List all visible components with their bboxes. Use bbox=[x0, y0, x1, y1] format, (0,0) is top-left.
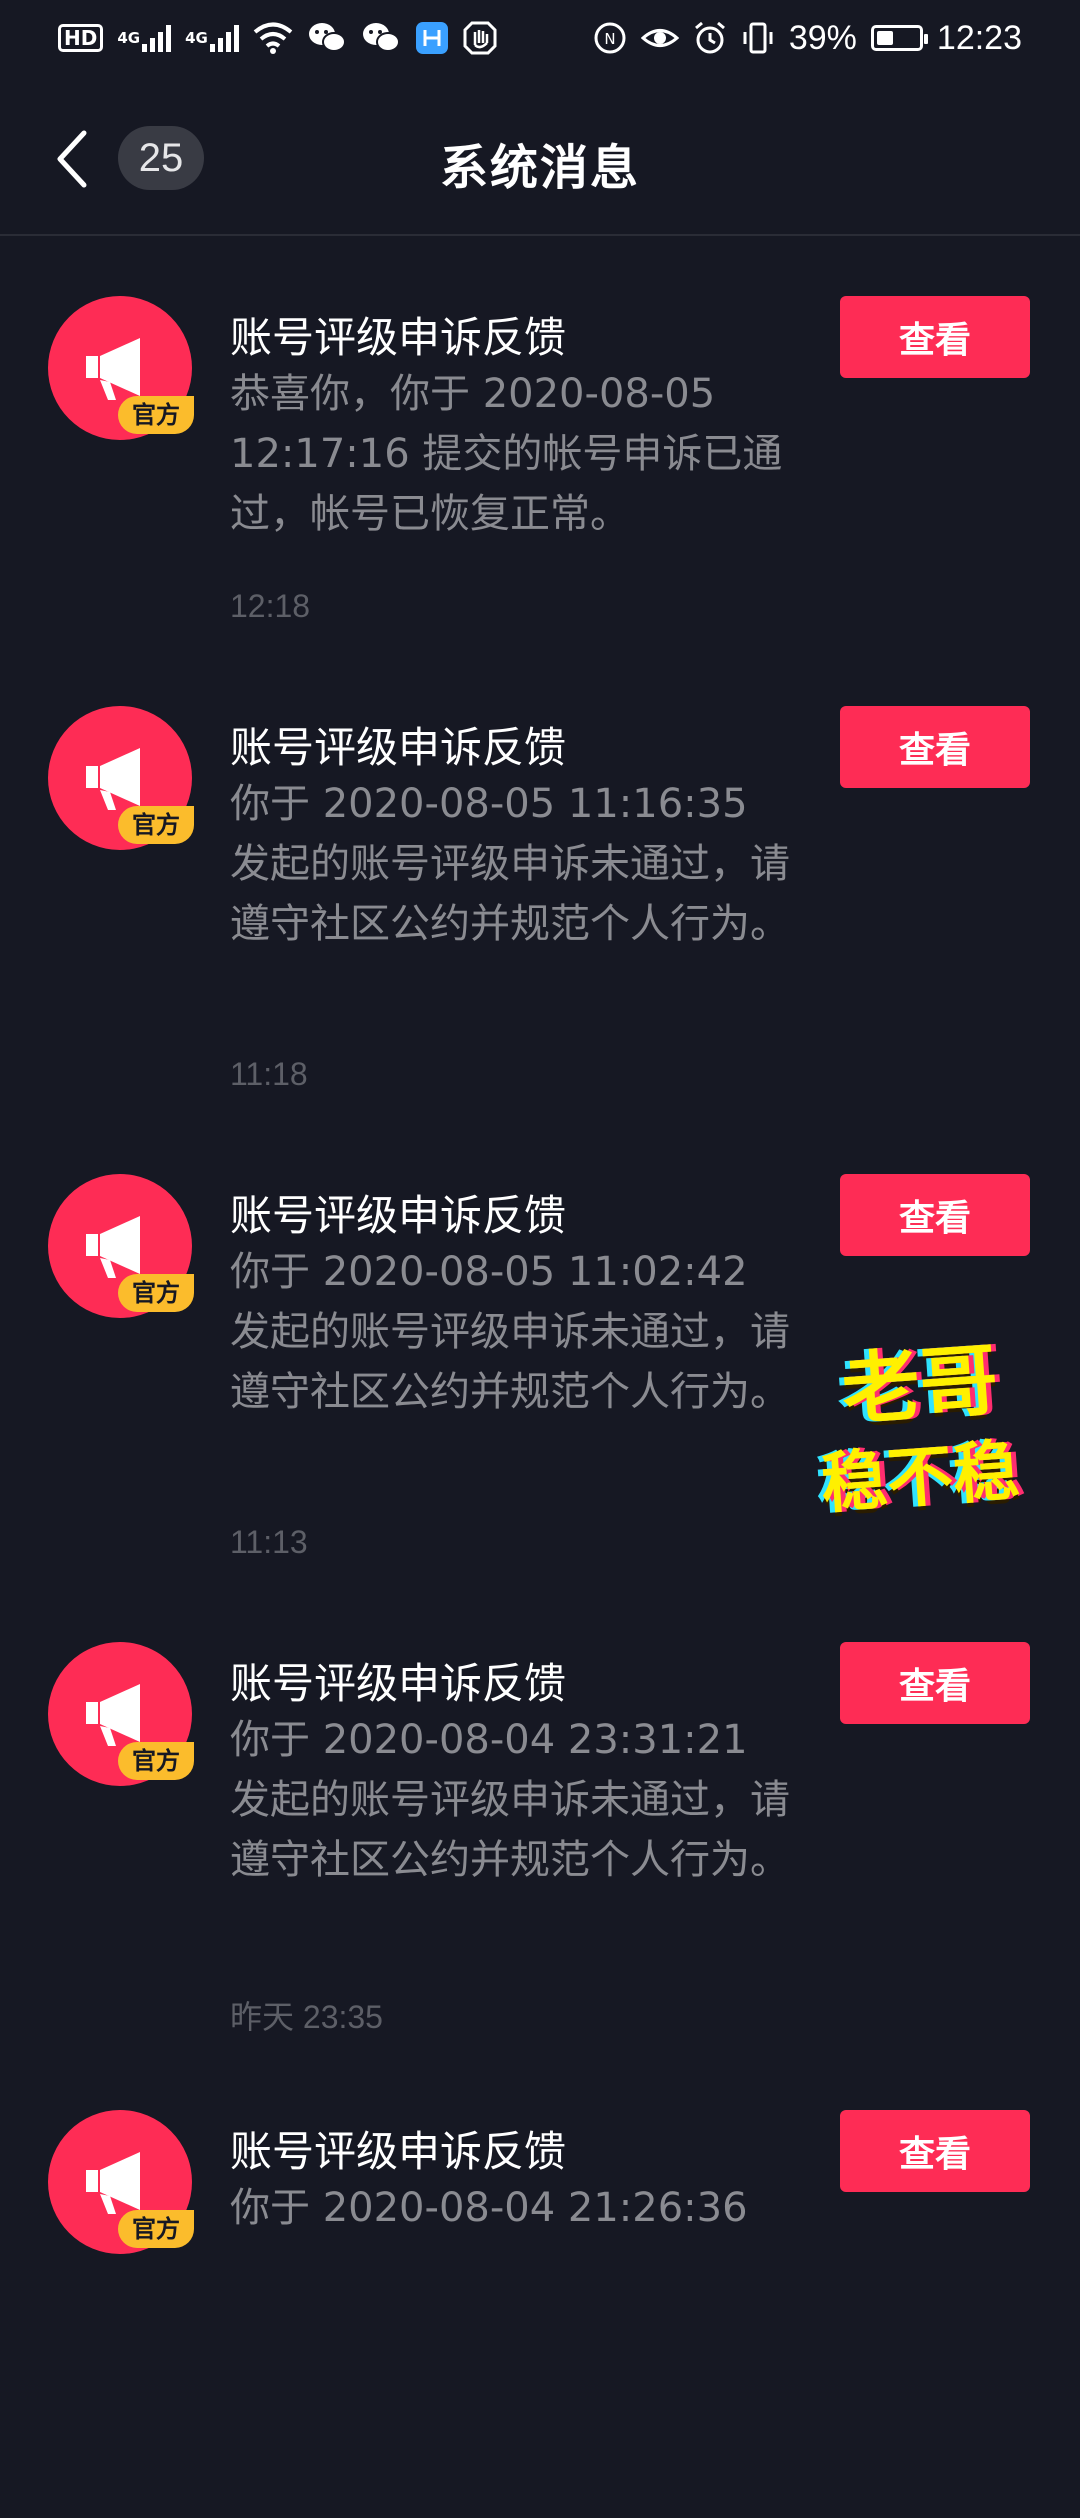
signal-icon: 4G bbox=[117, 18, 172, 58]
sim2-label: 4G bbox=[185, 29, 208, 47]
nfc-icon: N bbox=[593, 18, 627, 58]
message-item[interactable]: 官方 账号评级申诉反馈 恭喜你，你于 2020-08-05 12:17:16 提… bbox=[0, 236, 1080, 646]
message-body: 你于 2020-08-05 11:02:42 发起的账号评级申诉未通过，请遵守社… bbox=[230, 1249, 790, 1415]
message-time: 11:13 bbox=[230, 1524, 308, 1560]
official-badge: 官方 bbox=[118, 396, 194, 434]
eye-icon bbox=[640, 18, 679, 58]
alarm-icon bbox=[693, 18, 727, 58]
megaphone-icon bbox=[86, 338, 140, 400]
official-badge: 官方 bbox=[118, 1742, 194, 1780]
message-title: 账号评级申诉反馈 bbox=[230, 313, 567, 362]
sticker[interactable]: 老哥 稳不稳 bbox=[800, 1336, 1040, 1580]
sticker-line-2: 稳不稳 bbox=[818, 1432, 1022, 1523]
sticker-line-1: 老哥 bbox=[839, 1335, 1001, 1437]
message-title: 账号评级申诉反馈 bbox=[230, 1191, 567, 1240]
view-button[interactable]: 查看 bbox=[840, 706, 1030, 788]
message-title: 账号评级申诉反馈 bbox=[230, 1659, 567, 1708]
view-button[interactable]: 查看 bbox=[840, 296, 1030, 378]
avatar[interactable]: 官方 bbox=[48, 706, 194, 850]
megaphone-icon bbox=[86, 2152, 140, 2214]
message-item[interactable]: 官方 账号评级申诉反馈 你于 2020-08-05 11:16:35 发起的账号… bbox=[0, 646, 1080, 1114]
sim1-label: 4G bbox=[117, 29, 141, 47]
official-badge: 官方 bbox=[118, 806, 194, 844]
message-body: 你于 2020-08-05 11:16:35 发起的账号评级申诉未通过，请遵守社… bbox=[230, 781, 790, 947]
message-title: 账号评级申诉反馈 bbox=[230, 723, 567, 772]
status-right: N 39% 12:23 bbox=[593, 18, 1022, 58]
battery-icon bbox=[870, 18, 928, 58]
battery-fill bbox=[876, 31, 893, 45]
app-icon bbox=[415, 18, 449, 58]
page-title: 系统消息 bbox=[439, 140, 640, 196]
avatar[interactable]: 官方 bbox=[48, 296, 194, 440]
avatar[interactable]: 官方 bbox=[48, 1174, 194, 1318]
hand-icon bbox=[463, 18, 497, 58]
status-time: 12:23 bbox=[936, 18, 1022, 57]
status-left: HD 4G 4G bbox=[58, 18, 497, 58]
vibrate-icon bbox=[741, 18, 775, 58]
status-bar: HD 4G 4G N 39% 12:23 bbox=[0, 0, 1080, 80]
svg-text:N: N bbox=[604, 30, 615, 48]
official-badge: 官方 bbox=[118, 2210, 194, 2248]
view-button[interactable]: 查看 bbox=[840, 2110, 1030, 2192]
official-badge: 官方 bbox=[118, 1274, 194, 1312]
wifi-icon bbox=[253, 18, 293, 58]
signal-icon: 4G bbox=[185, 18, 239, 58]
megaphone-icon bbox=[86, 748, 140, 810]
message-item[interactable]: 官方 账号评级申诉反馈 你于 2020-08-04 23:31:21 发起的账号… bbox=[0, 1582, 1080, 2050]
avatar[interactable]: 官方 bbox=[48, 1642, 194, 1786]
wechat-icon bbox=[307, 18, 347, 58]
wechat-icon bbox=[361, 18, 401, 58]
megaphone-icon bbox=[86, 1216, 140, 1278]
battery-percent: 39% bbox=[788, 18, 857, 57]
message-body: 恭喜你，你于 2020-08-05 12:17:16 提交的帐号申诉已通过，帐号… bbox=[230, 371, 783, 537]
nav-bar: 25 系统消息 bbox=[0, 80, 1080, 236]
avatar[interactable]: 官方 bbox=[48, 2110, 194, 2254]
view-button[interactable]: 查看 bbox=[840, 1642, 1030, 1724]
message-body: 你于 2020-08-04 21:26:36 bbox=[230, 2185, 748, 2231]
view-button[interactable]: 查看 bbox=[840, 1174, 1030, 1256]
megaphone-icon bbox=[86, 1684, 140, 1746]
message-title: 账号评级申诉反馈 bbox=[230, 2127, 567, 2176]
hd-icon: HD bbox=[58, 18, 104, 58]
message-item[interactable]: 官方 账号评级申诉反馈 你于 2020-08-04 21:26:36 查看 bbox=[0, 2050, 1080, 2518]
message-body: 你于 2020-08-04 23:31:21 发起的账号评级申诉未通过，请遵守社… bbox=[230, 1717, 790, 1883]
message-time: 12:18 bbox=[230, 588, 311, 624]
message-time: 11:18 bbox=[230, 1056, 308, 1092]
hd-label: HD bbox=[58, 24, 104, 52]
message-time: 昨天 23:35 bbox=[230, 1999, 383, 2035]
